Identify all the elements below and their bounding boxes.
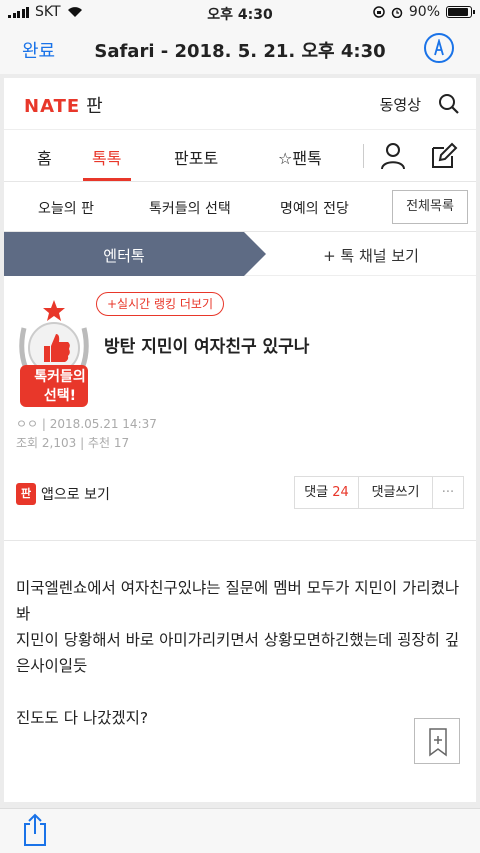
post-title: 방탄 지민이 여자친구 있구나 bbox=[104, 337, 310, 357]
pen-markup-icon[interactable] bbox=[424, 33, 454, 63]
recommend-count: 추천 17 bbox=[87, 436, 130, 450]
post-author-date: ㅇㅇ | 2018.05.21 14:37 bbox=[16, 415, 157, 432]
status-bar: SKT 오후 4:30 90% bbox=[0, 0, 480, 26]
author: ㅇㅇ bbox=[16, 417, 39, 431]
tab-home[interactable]: 홈 bbox=[37, 145, 52, 169]
body-line: 지민이 당황해서 바로 아미가리키면서 상황모면하긴했는데 굉장히 깊 bbox=[16, 631, 460, 649]
subtab-today[interactable]: 오늘의 판 bbox=[38, 198, 94, 218]
alarm-icon bbox=[391, 7, 403, 18]
write-comment-button[interactable]: 댓글쓰기 bbox=[359, 477, 433, 508]
tab-fantok[interactable]: ☆팬톡 bbox=[278, 145, 322, 169]
main-tabs: 홈 톡톡 판포토 ☆팬톡 bbox=[4, 130, 476, 182]
video-link[interactable]: 동영상 bbox=[380, 94, 421, 115]
post-header: 톡커들의 선택! +실시간 랭킹 더보기 방탄 지민이 여자친구 있구나 ㅇㅇ … bbox=[4, 276, 476, 541]
divider bbox=[363, 144, 364, 168]
comment-count: 24 bbox=[332, 485, 349, 500]
body-line: 봐 bbox=[16, 605, 31, 623]
nate-logo[interactable]: NATE 판 bbox=[24, 92, 103, 118]
safari-nav-bar: 완료 Safari - 2018. 5. 21. 오후 4:30 bbox=[0, 26, 480, 74]
open-in-app-button[interactable]: 판 앱으로 보기 bbox=[16, 483, 110, 505]
badge-line1: 톡커들의 bbox=[34, 369, 86, 385]
full-list-button[interactable]: 전체목록 bbox=[392, 190, 468, 224]
body-line: 진도도 다 나갔겠지? bbox=[16, 709, 149, 727]
post-stats: 조회 2,103 | 추천 17 bbox=[16, 436, 130, 450]
app-icon: 판 bbox=[16, 483, 36, 505]
more-channels-link[interactable]: + 톡 채널 보기 bbox=[266, 245, 476, 266]
open-in-app-label: 앱으로 보기 bbox=[41, 487, 110, 503]
post-body: 미국엘렌쇼에서 여자친구있냐는 질문에 멤버 모두가 지민이 가리켰나 봐 지민… bbox=[16, 575, 466, 731]
channel-bar: 엔터톡 + 톡 채널 보기 bbox=[4, 232, 476, 276]
badge-line2: 선택! bbox=[43, 388, 77, 404]
body-line: 미국엘렌쇼에서 여자친구있냐는 질문에 멤버 모두가 지민이 가리켰나 bbox=[16, 579, 460, 597]
post-date: | 2018.05.21 14:37 bbox=[41, 417, 157, 431]
bookmark-add-icon bbox=[429, 728, 447, 757]
rotation-lock-icon bbox=[373, 6, 385, 18]
post-actions: 댓글 24 댓글쓰기 ··· bbox=[294, 476, 464, 509]
share-icon[interactable] bbox=[22, 813, 48, 847]
subtab-talkers-choice[interactable]: 톡커들의 선택 bbox=[149, 198, 231, 218]
current-channel[interactable]: 엔터톡 bbox=[4, 245, 244, 266]
sub-tabs: 오늘의 판 톡커들의 선택 명예의 전당 전체목록 bbox=[4, 182, 476, 232]
battery-icon bbox=[446, 6, 475, 18]
tab-toktok[interactable]: 톡톡 bbox=[92, 145, 121, 169]
nav-title: Safari - 2018. 5. 21. 오후 4:30 bbox=[94, 41, 386, 62]
body-line: 은사이일듯 bbox=[16, 657, 88, 675]
write-icon[interactable] bbox=[430, 142, 458, 170]
search-icon[interactable] bbox=[438, 93, 460, 115]
active-tab-indicator bbox=[83, 178, 131, 181]
badge-text: 톡커들의 선택! bbox=[20, 368, 100, 406]
logo-section: 판 bbox=[86, 96, 103, 117]
tab-panphoto[interactable]: 판포토 bbox=[174, 145, 218, 169]
logo-text: NATE bbox=[24, 96, 81, 117]
realtime-ranking-button[interactable]: +실시간 랭킹 더보기 bbox=[96, 292, 225, 316]
more-options-button[interactable]: ··· bbox=[433, 477, 463, 508]
view-count: 조회 2,103 bbox=[16, 436, 77, 450]
bookmark-button[interactable] bbox=[414, 718, 460, 764]
subtab-hall-of-fame[interactable]: 명예의 전당 bbox=[280, 198, 349, 218]
site-header: NATE 판 동영상 bbox=[4, 78, 476, 130]
battery-percent: 90% bbox=[408, 4, 440, 20]
comments-label: 댓글 bbox=[304, 485, 329, 500]
safari-toolbar bbox=[0, 808, 480, 853]
comments-button[interactable]: 댓글 24 bbox=[295, 477, 359, 508]
user-icon[interactable] bbox=[380, 142, 406, 170]
